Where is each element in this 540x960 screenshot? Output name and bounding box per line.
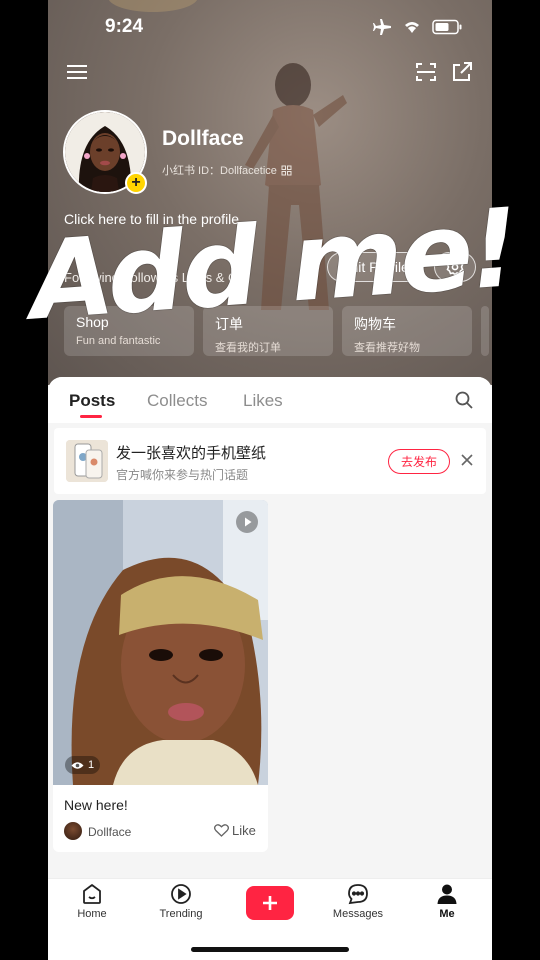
- home-icon: [83, 884, 101, 904]
- like-button[interactable]: Like: [214, 823, 256, 838]
- post-author-avatar: [64, 822, 82, 840]
- feature-card-orders[interactable]: 订单 查看我的订单: [203, 306, 333, 356]
- scan-icon[interactable]: [414, 60, 438, 84]
- create-post-button[interactable]: [246, 886, 294, 920]
- nav-trending[interactable]: Trending: [146, 883, 216, 920]
- feature-card-more[interactable]: [481, 306, 489, 356]
- profile-bio-prompt[interactable]: Click here to fill in the profile: [64, 211, 239, 227]
- post-thumbnail: 1: [53, 500, 268, 785]
- edit-profile-button[interactable]: Edit Profile: [327, 252, 423, 282]
- view-count: 1: [65, 756, 101, 774]
- profile-header-background: 9:24 + Dollface 小红书 ID：Dollfacetice Clic…: [48, 0, 492, 385]
- publish-button[interactable]: 去发布: [388, 449, 450, 474]
- wifi-icon: [405, 22, 419, 33]
- heart-icon: [214, 824, 229, 837]
- airplane-icon: [373, 19, 391, 35]
- share-icon[interactable]: [450, 60, 474, 84]
- like-label: Like: [232, 823, 256, 838]
- nav-home[interactable]: Home: [57, 883, 127, 920]
- feature-card-cart[interactable]: 购物车 查看推荐好物: [342, 306, 472, 356]
- background-lamp: [108, 0, 198, 12]
- post-author: Dollface: [88, 825, 132, 839]
- video-play-icon: [236, 511, 258, 533]
- status-bar: 9:24: [48, 14, 492, 40]
- feature-card-subtitle: 查看我的订单: [215, 342, 281, 354]
- feature-card-title: Shop: [76, 314, 109, 330]
- gear-icon: [446, 258, 464, 276]
- tab-posts[interactable]: Posts: [69, 391, 115, 411]
- eye-icon: [71, 761, 84, 769]
- add-avatar-button[interactable]: +: [125, 172, 147, 194]
- feature-card-shop[interactable]: Shop Fun and fantastic: [64, 306, 194, 356]
- banner-thumbnail: [66, 440, 108, 482]
- feature-card-title: 订单: [215, 316, 243, 332]
- close-icon[interactable]: [459, 452, 475, 468]
- person-icon: [437, 884, 457, 904]
- search-icon[interactable]: [454, 390, 474, 410]
- status-icons: [372, 18, 462, 36]
- view-count-value: 1: [88, 759, 95, 771]
- top-bar: [48, 60, 492, 88]
- profile-stats[interactable]: Following Followers Likes & Col: [64, 270, 248, 285]
- menu-icon[interactable]: [66, 62, 88, 82]
- bottom-navigation: Home Trending Messages Me: [48, 878, 492, 960]
- post-image: [53, 500, 268, 785]
- nav-messages[interactable]: Messages: [323, 883, 393, 920]
- active-tab-indicator: [80, 415, 102, 418]
- feature-cards: Shop Fun and fantastic 订单 查看我的订单 购物车 查看推…: [64, 306, 489, 356]
- tab-likes[interactable]: Likes: [243, 391, 283, 411]
- tab-collects[interactable]: Collects: [147, 391, 207, 411]
- qr-code-icon[interactable]: [281, 165, 292, 176]
- banner-subtitle: 官方喊你来参与热门话题: [116, 468, 249, 482]
- nav-label: Messages: [332, 908, 384, 920]
- profile-content-sheet: Posts Collects Likes 发一张喜欢的手机壁纸 官方喊你来参与热…: [48, 377, 492, 877]
- settings-button[interactable]: [434, 252, 476, 282]
- profile-tabs: Posts Collects Likes: [48, 377, 492, 423]
- post-title: New here!: [64, 797, 128, 813]
- nav-label: Home: [77, 908, 107, 920]
- feature-card-title: 购物车: [354, 316, 396, 332]
- nav-me[interactable]: Me: [412, 883, 482, 920]
- status-time: 9:24: [105, 16, 144, 37]
- phone-wallpaper-icon: [66, 440, 108, 482]
- post-card[interactable]: 1 New here! Dollface Like: [53, 500, 268, 852]
- play-circle-icon: [171, 884, 191, 904]
- banner-title: 发一张喜欢的手机壁纸: [116, 445, 267, 462]
- feature-card-subtitle: Fun and fantastic: [76, 335, 161, 347]
- phone-screen: 9:24 + Dollface 小红书 ID：Dollfacetice Clic…: [48, 0, 492, 960]
- feature-card-subtitle: 查看推荐好物: [354, 342, 420, 354]
- nav-label: Me: [439, 908, 455, 920]
- chat-bubble-icon: [348, 884, 368, 905]
- battery-icon: [432, 19, 462, 35]
- profile-uid: 小红书 ID：Dollfacetice: [162, 162, 292, 178]
- profile-uid-text: 小红书 ID：Dollfacetice: [162, 165, 277, 177]
- home-indicator: [191, 947, 349, 952]
- plus-icon: [263, 896, 277, 910]
- profile-name: Dollface: [162, 127, 244, 150]
- topic-banner[interactable]: 发一张喜欢的手机壁纸 官方喊你来参与热门话题 去发布: [54, 428, 486, 494]
- nav-label: Trending: [159, 908, 203, 920]
